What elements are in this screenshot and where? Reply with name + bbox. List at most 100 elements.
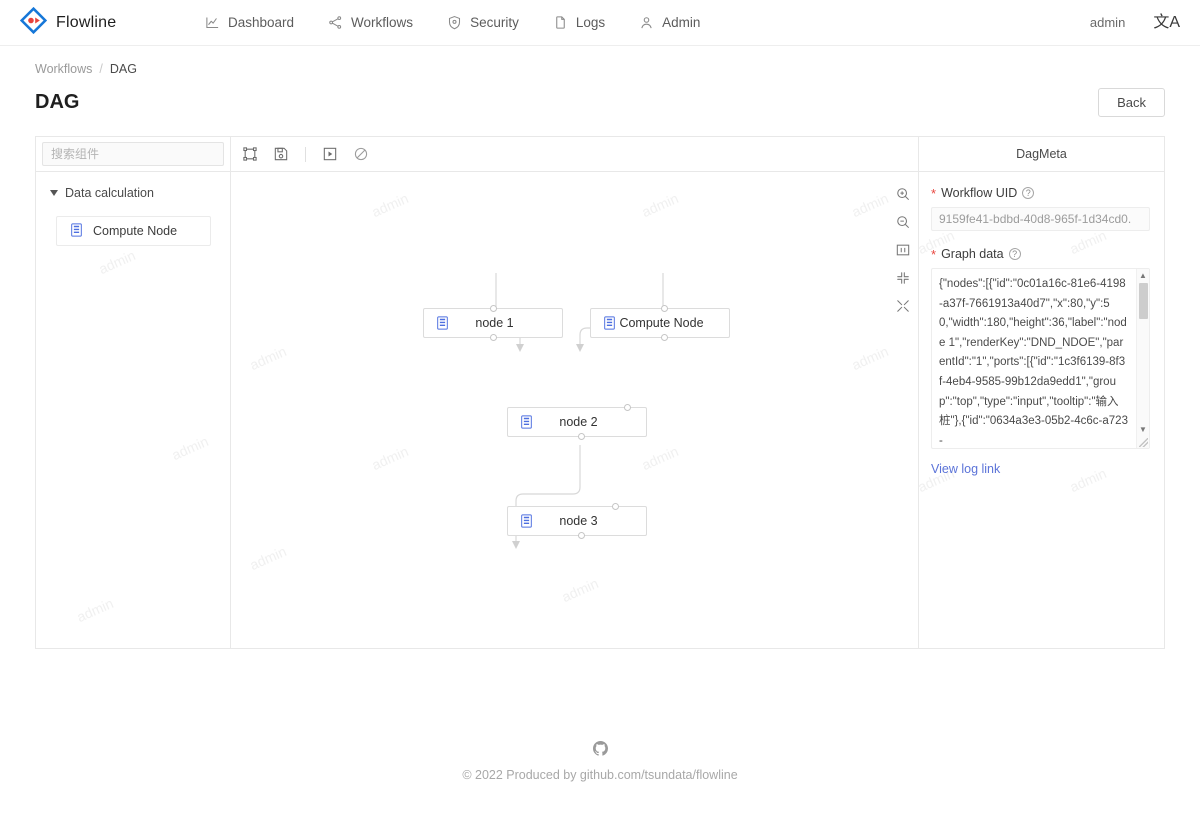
nav-item-dashboard[interactable]: Dashboard [205, 15, 294, 30]
arrow-compute-node2 [576, 344, 584, 352]
nav-label-workflows: Workflows [351, 15, 414, 30]
language-switch-icon[interactable]: 文A [1153, 14, 1180, 31]
graph-data-scrollbar[interactable]: ▲ ▼ [1136, 269, 1149, 448]
arrow-node2-node3 [512, 541, 520, 549]
palette-group-label: Data calculation [65, 186, 154, 200]
resize-handle-icon[interactable] [1139, 438, 1148, 447]
dag-node-node3[interactable]: node 3 [507, 503, 647, 539]
shield-check-icon [447, 15, 462, 30]
palette-group-data-calculation[interactable]: Data calculation [36, 186, 230, 200]
dag-node-compute-node[interactable]: Compute Node [590, 305, 730, 341]
breadcrumb-item-dag: DAG [109, 62, 137, 76]
question-circle-icon[interactable]: ? [1022, 187, 1035, 199]
dag-meta-form: admin admin admin admin * Workflow UID ?… [919, 172, 1164, 648]
port-bottom-node1[interactable] [490, 334, 497, 341]
zoom-out-icon[interactable] [896, 215, 910, 229]
nav-label-security: Security [470, 15, 519, 30]
dag-node-label: node 2 [559, 415, 598, 429]
top-right-actions: admin 文A [1090, 14, 1180, 31]
stop-icon[interactable] [354, 147, 368, 161]
watermark: admin [1067, 464, 1109, 496]
diamond-logo-icon [19, 6, 48, 39]
dag-meta-panel: DagMeta admin admin admin admin * Workfl… [918, 137, 1164, 648]
run-icon[interactable] [323, 147, 337, 161]
dag-meta-title: DagMeta [919, 137, 1164, 172]
zoom-in-icon[interactable] [896, 187, 910, 201]
dag-node-node1[interactable]: node 1 [423, 305, 563, 341]
expand-icon[interactable] [896, 299, 910, 313]
user-icon [639, 15, 654, 30]
page-footer: © 2022 Produced by github.com/tsundata/f… [0, 649, 1200, 782]
question-circle-icon[interactable]: ? [1008, 248, 1021, 260]
port-top-node3[interactable] [612, 503, 619, 510]
view-log-link[interactable]: View log link [931, 462, 1000, 476]
dag-canvas: admin admin admin admin admin admin admi… [231, 137, 918, 648]
collapse-icon[interactable] [896, 271, 910, 285]
brand-name: Flowline [56, 13, 117, 31]
page-title: DAG [35, 91, 80, 113]
palette-item-compute-node[interactable]: Compute Node [56, 216, 211, 246]
zoom-controls [896, 187, 910, 313]
palette-list: admin admin admin Data calculation Compu… [36, 172, 230, 648]
github-icon[interactable] [0, 741, 1200, 756]
dag-node-node2[interactable]: node 2 [507, 404, 647, 440]
required-marker: * [931, 185, 937, 201]
footer-text: © 2022 Produced by github.com/tsundata/f… [462, 768, 738, 782]
port-top-node1[interactable] [490, 305, 497, 312]
server-list-icon [520, 514, 533, 528]
server-list-icon [603, 316, 616, 330]
workflow-uid-label: * Workflow UID ? [931, 186, 1150, 200]
nav-item-admin[interactable]: Admin [639, 15, 700, 30]
nav-item-logs[interactable]: Logs [553, 15, 605, 30]
port-top-node2[interactable] [624, 404, 631, 411]
graph-data-label: * Graph data ? [931, 247, 1150, 261]
graph-data-textarea[interactable]: {"nodes":[{"id":"0c01a16c-81e6-4198-a37f… [932, 269, 1136, 448]
nav-label-dashboard: Dashboard [228, 15, 295, 30]
port-bottom-node3[interactable] [578, 532, 585, 539]
nav-item-workflows[interactable]: Workflows [328, 15, 413, 30]
current-user-label[interactable]: admin [1090, 15, 1125, 30]
save-icon[interactable] [274, 147, 288, 161]
dag-workspace: admin admin admin Data calculation Compu… [35, 136, 1165, 649]
arrow-node1-node2 [516, 344, 524, 352]
share-nodes-icon [328, 15, 343, 30]
breadcrumb-item-workflows[interactable]: Workflows [35, 62, 92, 76]
dag-node-label: Compute Node [619, 316, 704, 330]
port-bottom-node2[interactable] [578, 433, 585, 440]
port-bottom-compute-node[interactable] [661, 334, 668, 341]
breadcrumb: Workflows / DAG [0, 46, 1200, 76]
required-marker: * [931, 246, 937, 262]
server-list-icon [520, 415, 533, 429]
page-title-row: DAG Back [0, 76, 1200, 117]
file-icon [553, 15, 568, 30]
top-navigation-bar: Flowline Dashboard Workflows Security Lo… [0, 0, 1200, 46]
graph-data-label-text: Graph data [941, 247, 1004, 261]
select-frame-icon[interactable] [243, 147, 257, 161]
watermark: admin [74, 594, 116, 626]
nav-label-logs: Logs [575, 15, 606, 30]
palette-item-label: Compute Node [93, 224, 178, 238]
canvas-toolbar [231, 137, 918, 172]
component-palette: admin admin admin Data calculation Compu… [36, 137, 231, 648]
workflow-uid-label-text: Workflow UID [941, 186, 1018, 200]
graph-area[interactable]: admin admin admin admin admin admin admi… [231, 172, 918, 648]
port-top-compute-node[interactable] [661, 305, 668, 312]
watermark: admin [169, 432, 211, 464]
scrollbar-thumb[interactable] [1139, 283, 1148, 319]
brand-logo[interactable]: Flowline [19, 6, 185, 39]
dag-node-label: node 3 [559, 514, 598, 528]
graph-data-textarea-wrapper[interactable]: {"nodes":[{"id":"0c01a16c-81e6-4198-a37f… [931, 268, 1150, 449]
chart-line-icon [205, 15, 220, 30]
caret-down-icon [50, 190, 58, 196]
main-nav: Dashboard Workflows Security Logs Admin [185, 15, 1090, 30]
back-button[interactable]: Back [1098, 88, 1165, 117]
dag-node-label: node 1 [475, 316, 514, 330]
search-input[interactable] [42, 142, 224, 166]
fit-view-icon[interactable] [896, 243, 910, 257]
server-list-icon [436, 316, 449, 330]
workflow-uid-input[interactable] [931, 207, 1150, 231]
nav-item-security[interactable]: Security [447, 15, 519, 30]
nav-label-admin: Admin [662, 15, 701, 30]
scroll-down-arrow-icon[interactable]: ▼ [1137, 426, 1149, 434]
scroll-up-arrow-icon[interactable]: ▲ [1137, 272, 1149, 280]
